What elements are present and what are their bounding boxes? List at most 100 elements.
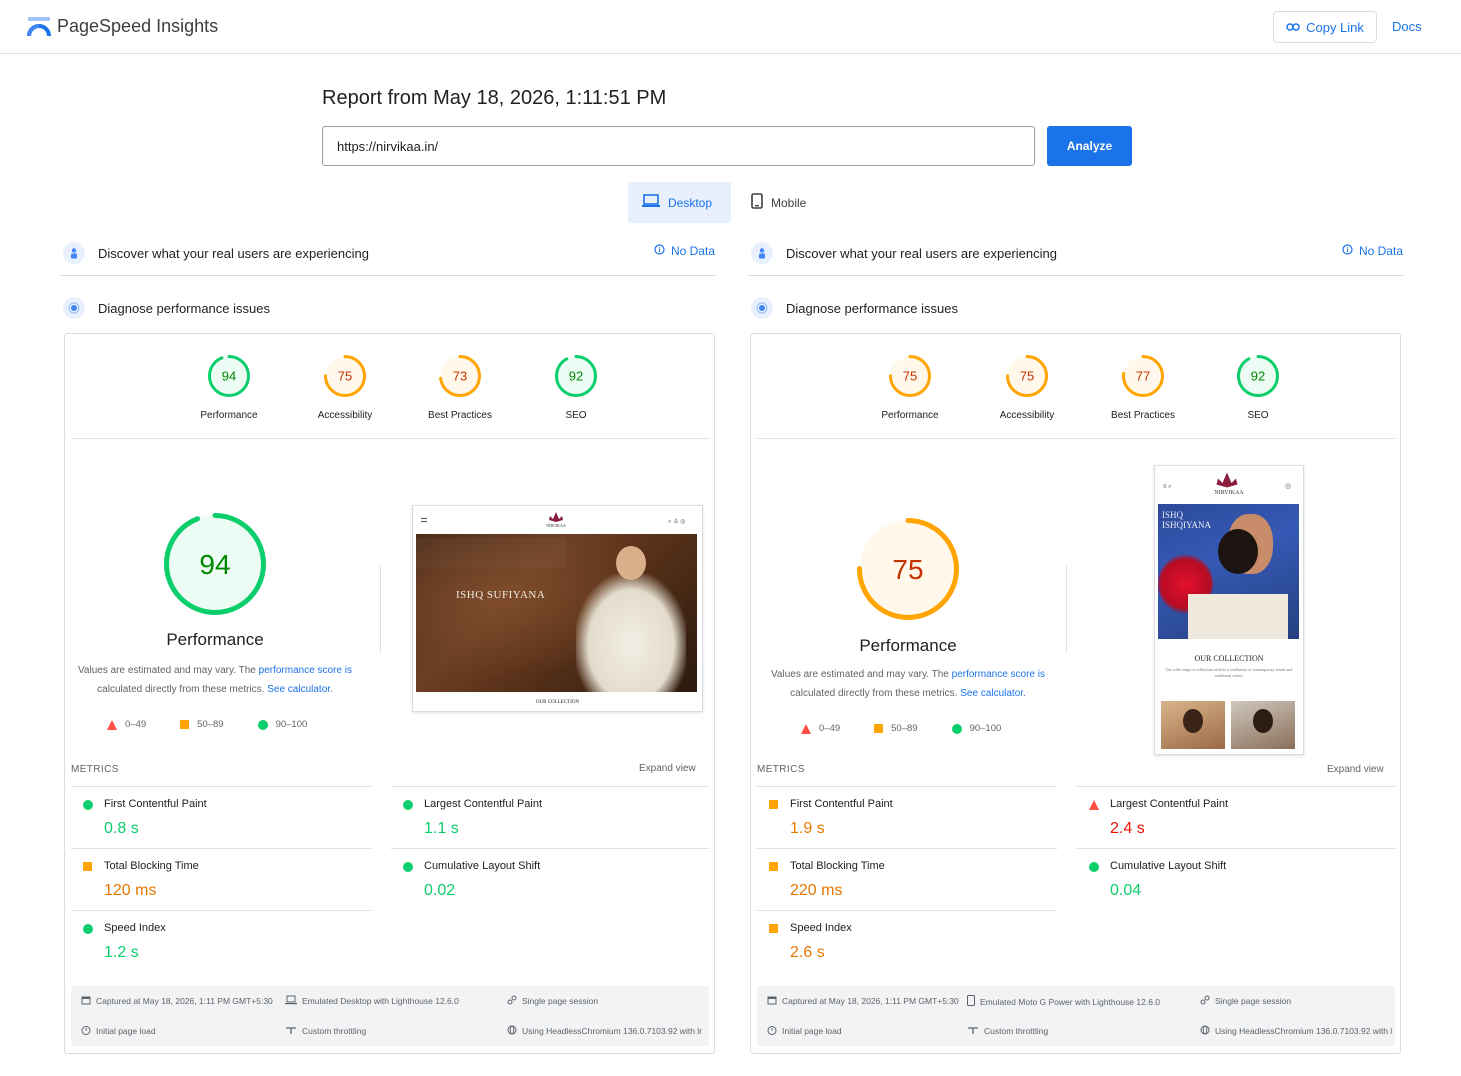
docs-link[interactable]: Docs xyxy=(1392,19,1422,34)
gauge-ring: 75 xyxy=(889,355,931,397)
field-data-title: Discover what your real users are experi… xyxy=(98,245,369,261)
globe-icon xyxy=(507,1025,517,1037)
throttling-info: Custom throttling xyxy=(285,1025,366,1037)
average-square-icon xyxy=(180,720,190,729)
page-screenshot-mobile[interactable]: ≡ ⌕ NIRVIKAA ◎ ISHQ ISHQIYANA OUR COLLEC… xyxy=(1154,465,1304,755)
captured-info: Captured at May 18, 2026, 1:11 PM GMT+5:… xyxy=(767,995,959,1007)
gauge-ring: 92 xyxy=(1237,355,1279,397)
no-data-label: No Data xyxy=(1358,244,1403,258)
tab-mobile-label: Mobile xyxy=(771,195,807,210)
expand-view-toggle[interactable]: Expand view xyxy=(639,763,696,774)
field-data-title: Discover what your real users are experi… xyxy=(786,245,1057,261)
top-app-bar: PageSpeed Insights Copy Link Docs xyxy=(0,0,1461,54)
metrics-header: METRICS xyxy=(757,764,805,775)
expand-view-toggle[interactable]: Expand view xyxy=(1327,764,1384,775)
metric-si: Speed Index 2.6 s xyxy=(757,910,1057,972)
gauge-label: SEO xyxy=(565,410,587,421)
diagnose-title: Diagnose performance issues xyxy=(786,300,958,316)
pass-circle-icon xyxy=(951,723,962,734)
pagespeed-logo-icon[interactable] xyxy=(27,16,51,38)
lighthouse-icon xyxy=(751,297,773,319)
metric-indicator xyxy=(1089,862,1099,872)
app-title[interactable]: PageSpeed Insights xyxy=(57,16,218,37)
no-data-indicator[interactable]: No Data xyxy=(1342,231,1403,271)
metric-lcp: Largest Contentful Paint 1.1 s xyxy=(391,786,709,848)
lighthouse-icon xyxy=(63,297,85,319)
metric-cls: Cumulative Layout Shift 0.04 xyxy=(1077,848,1395,910)
score-gauges: 75 Performance 75 Accessibility 77 Best … xyxy=(757,334,1395,439)
model-figure xyxy=(576,574,686,692)
gauge-seo[interactable]: 92 SEO xyxy=(526,354,626,421)
metric-value: 1.9 s xyxy=(790,820,825,837)
signal-icon xyxy=(285,1025,297,1037)
gauge-best-practices[interactable]: 77 Best Practices xyxy=(1093,354,1193,421)
gauge-score: 92 xyxy=(569,369,583,384)
collection-subtext: Our wide range of collections reflects a… xyxy=(1165,667,1293,678)
gauge-label: Accessibility xyxy=(999,410,1055,421)
copy-link-button[interactable]: Copy Link xyxy=(1273,11,1377,43)
gauge-score: 75 xyxy=(338,369,352,384)
gauge-ring: 75 xyxy=(324,355,366,397)
phone-icon xyxy=(967,995,975,1008)
performance-score-link[interactable]: performance score is xyxy=(259,665,352,676)
tab-desktop-label: Desktop xyxy=(668,195,713,210)
gauge-label: Best Practices xyxy=(428,410,492,421)
performance-description: Values are estimated and may vary. The p… xyxy=(77,665,353,695)
field-data-section[interactable]: Discover what your real users are experi… xyxy=(61,231,715,276)
no-data-indicator[interactable]: No Data xyxy=(654,231,715,271)
gauge-performance[interactable]: 75 Performance xyxy=(860,354,960,421)
page-screenshot-desktop[interactable]: NIRVIKAA ⌕ ♙ ◎ ISHQ SUFIYANA OUR COLLECT… xyxy=(412,505,703,712)
gauge-accessibility[interactable]: 75 Accessibility xyxy=(977,354,1077,421)
metric-value: 1.2 s xyxy=(104,944,139,961)
performance-score-link[interactable]: performance score is xyxy=(952,669,1045,680)
run-info-footer: Captured at May 18, 2026, 1:11 PM GMT+5:… xyxy=(757,986,1395,1046)
gauge-performance[interactable]: 94 Performance xyxy=(179,354,279,421)
gauge-score: 75 xyxy=(892,554,923,585)
metric-si: Speed Index 1.2 s xyxy=(71,910,371,972)
metric-indicator xyxy=(769,924,778,933)
see-calculator-link[interactable]: See calculator. xyxy=(960,688,1026,699)
users-icon xyxy=(751,242,773,264)
gauge-accessibility[interactable]: 75 Accessibility xyxy=(295,354,395,421)
field-data-section[interactable]: Discover what your real users are experi… xyxy=(749,231,1403,276)
menu-icon xyxy=(421,518,427,522)
tab-mobile[interactable]: Mobile xyxy=(737,182,837,223)
metric-indicator xyxy=(83,800,93,810)
lotus-logo-icon xyxy=(549,512,563,522)
info-icon xyxy=(1342,244,1353,258)
fail-triangle-icon xyxy=(1089,800,1099,810)
see-calculator-link[interactable]: See calculator. xyxy=(267,684,333,695)
browser-info: Using HeadlessChromium 136.0.7103.92 wit… xyxy=(507,1025,707,1037)
url-input[interactable] xyxy=(322,126,1035,166)
link-icon xyxy=(1286,20,1300,35)
gauge-ring: 75 xyxy=(1006,355,1048,397)
pass-circle-icon xyxy=(1089,862,1099,872)
gauge-score: 75 xyxy=(1020,369,1034,384)
info-icon xyxy=(654,244,665,258)
diagnose-section: Diagnose performance issues xyxy=(749,288,1403,328)
divider xyxy=(380,566,381,652)
metric-indicator xyxy=(83,862,92,871)
report-title: Report from May 18, 2026, 1:11:51 PM xyxy=(322,87,667,109)
tab-desktop[interactable]: Desktop xyxy=(628,182,731,223)
collection-heading: OUR COLLECTION xyxy=(1194,654,1264,663)
site-header: NIRVIKAA ⌕ ♙ ◎ xyxy=(413,506,702,534)
metric-indicator xyxy=(769,862,778,871)
gauge-seo[interactable]: 92 SEO xyxy=(1208,354,1308,421)
metric-value: 0.04 xyxy=(1110,882,1142,899)
pass-circle-icon xyxy=(403,862,413,872)
average-square-icon xyxy=(83,862,92,871)
fail-triangle-icon xyxy=(107,719,117,730)
gauge-best-practices[interactable]: 73 Best Practices xyxy=(410,354,510,421)
pass-circle-icon xyxy=(83,800,93,810)
metric-fcp: First Contentful Paint 1.9 s xyxy=(757,786,1057,848)
metric-value: 2.4 s xyxy=(1110,820,1145,837)
calendar-icon xyxy=(767,995,777,1007)
phone-icon xyxy=(751,193,763,212)
menu-search-icons: ≡ ⌕ xyxy=(1163,484,1172,490)
gauge-score: 94 xyxy=(222,369,236,384)
gauge-ring: 94 xyxy=(208,355,250,397)
diagnose-section: Diagnose performance issues xyxy=(61,288,715,328)
pass-circle-icon xyxy=(257,719,268,730)
analyze-button[interactable]: Analyze xyxy=(1047,126,1132,166)
